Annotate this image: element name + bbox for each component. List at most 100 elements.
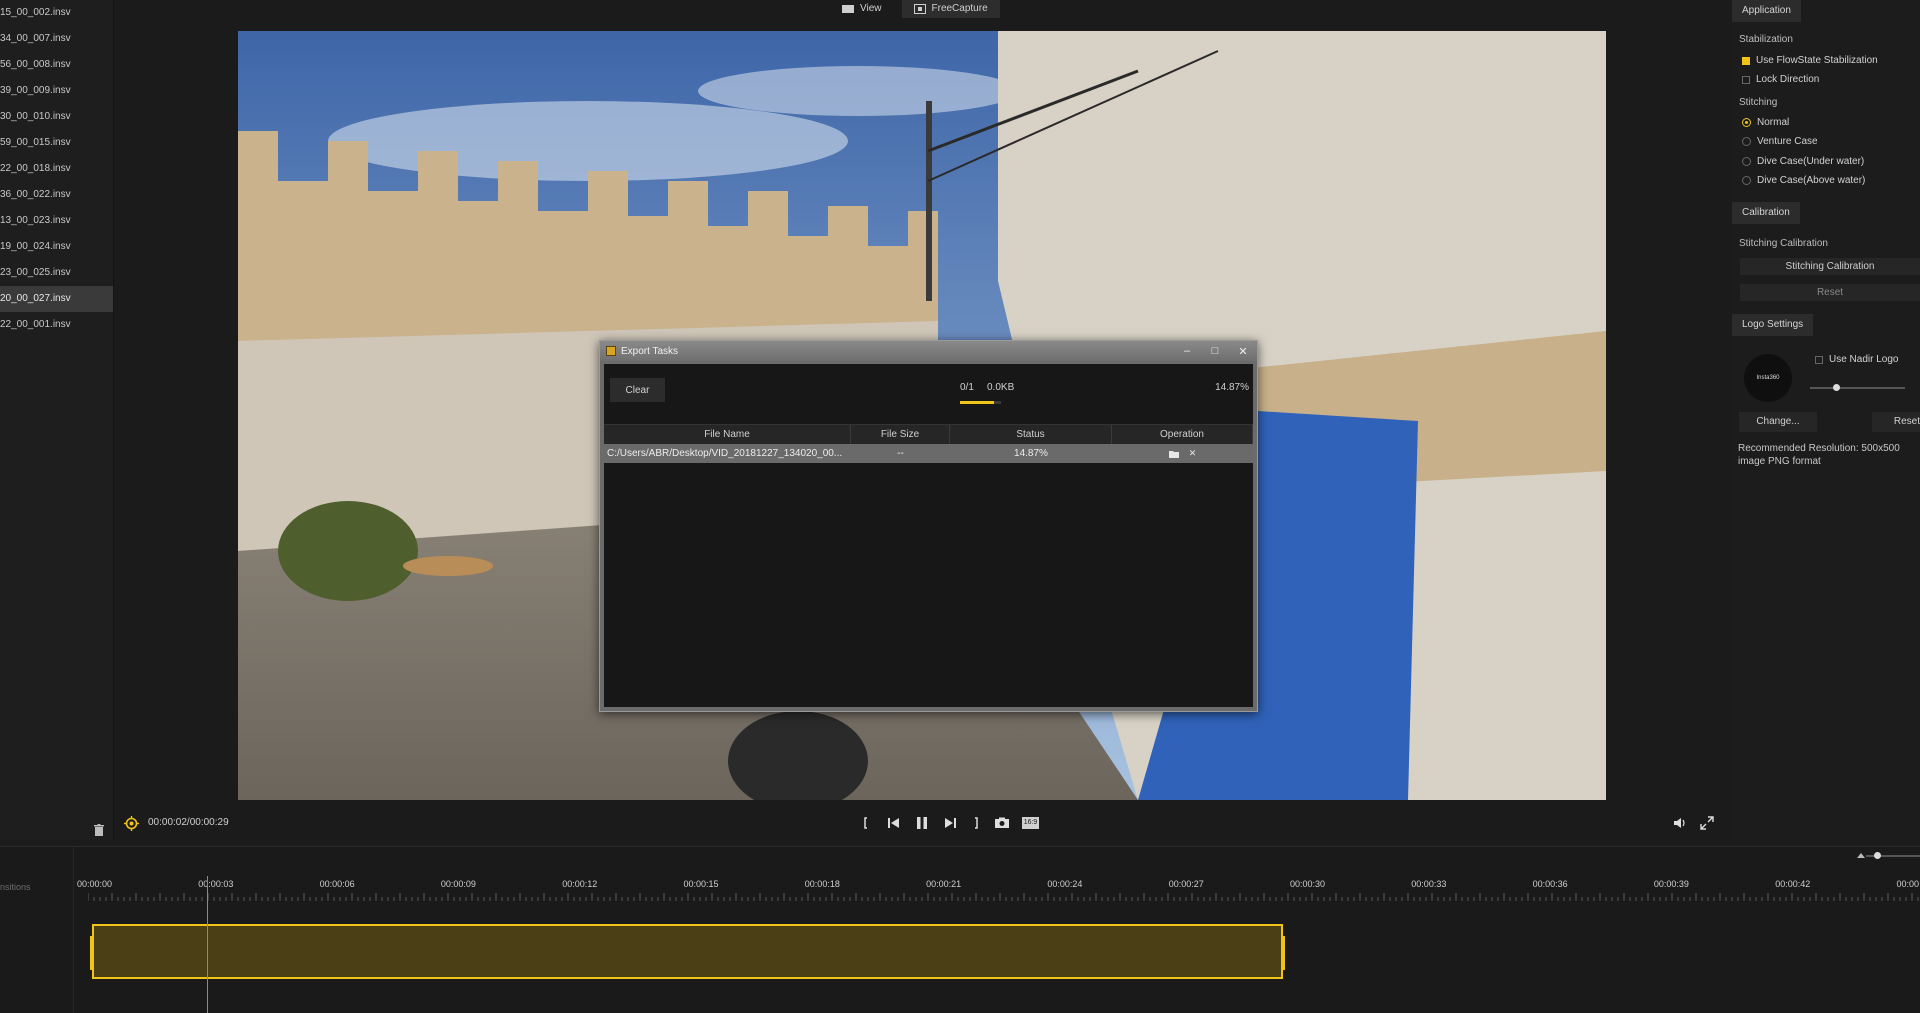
mark-out-icon[interactable] — [965, 815, 981, 831]
file-list-item[interactable]: 23_00_025.insv — [0, 260, 113, 286]
time-ruler-label: 00:00 — [1896, 879, 1920, 889]
logo-size-slider[interactable] — [1810, 384, 1905, 391]
progress-size: 0.0KB — [987, 382, 1015, 393]
calibration-reset-button[interactable]: Reset — [1740, 284, 1920, 301]
table-row[interactable]: C:/Users/ABR/Desktop/VID_20181227_134020… — [604, 444, 1253, 463]
radio-stitching-venture-case[interactable]: Venture Case — [1742, 136, 1818, 147]
file-list-item[interactable]: 36_00_022.insv — [0, 182, 113, 208]
settings-panel: Application Stabilization Use FlowState … — [1730, 0, 1920, 840]
radio-label: Venture Case — [1757, 136, 1818, 147]
file-list-item[interactable]: 56_00_008.insv — [0, 52, 113, 78]
zoom-out-icon[interactable] — [1857, 852, 1865, 858]
time-ruler-label: 00:00:36 — [1532, 879, 1568, 889]
column-header-status[interactable]: Status — [950, 425, 1112, 444]
logo-reset-button[interactable]: Reset — [1872, 412, 1920, 432]
export-tasks-dialog: Export Tasks – □ ✕ Clear 0/1 0.0KB 14.87… — [599, 340, 1258, 712]
next-icon[interactable] — [942, 815, 958, 831]
tab-view[interactable]: View — [830, 0, 894, 18]
file-list-item[interactable]: 22_00_001.insv — [0, 312, 113, 338]
file-list-item[interactable]: 30_00_010.insv — [0, 104, 113, 130]
lock-direction-checkbox[interactable]: Lock Direction — [1742, 74, 1819, 85]
radio-icon — [1742, 176, 1751, 185]
transitions-track-label: nsitions — [0, 882, 31, 892]
time-ruler-label: 00:00:06 — [319, 879, 355, 889]
column-header-file-name[interactable]: File Name — [604, 425, 851, 444]
radio-label: Normal — [1757, 117, 1790, 128]
checkbox-checked-icon — [1742, 56, 1750, 65]
clip-trim-start-handle[interactable] — [90, 936, 94, 970]
trash-icon[interactable] — [94, 824, 104, 836]
file-list: 15_00_002.insv 34_00_007.insv 56_00_008.in… — [0, 0, 114, 840]
maximize-icon[interactable]: □ — [1201, 345, 1229, 357]
dialog-toolbar: Clear 0/1 0.0KB 14.87% — [604, 364, 1253, 424]
time-ruler-label: 00:00:03 — [198, 879, 234, 889]
tab-view-label: View — [860, 3, 882, 14]
timeline-zoom-slider[interactable] — [1866, 852, 1920, 859]
remove-task-icon[interactable]: ✕ — [1189, 444, 1197, 463]
dialog-titlebar[interactable]: Export Tasks – □ ✕ — [600, 341, 1257, 361]
freecapture-icon — [913, 4, 926, 14]
tab-calibration[interactable]: Calibration — [1732, 202, 1800, 224]
file-list-item[interactable]: 34_00_007.insv — [0, 26, 113, 52]
playhead[interactable] — [207, 876, 208, 1013]
file-list-item[interactable]: 39_00_009.insv — [0, 78, 113, 104]
mark-in-icon[interactable] — [861, 815, 877, 831]
app-icon — [606, 346, 616, 356]
file-list-item[interactable]: 13_00_023.insv — [0, 208, 113, 234]
file-list-item[interactable]: 59_00_015.insv — [0, 130, 113, 156]
time-ruler-label: 00:00:12 — [562, 879, 598, 889]
tab-application[interactable]: Application — [1732, 0, 1801, 22]
radio-stitching-dive-under[interactable]: Dive Case(Under water) — [1742, 156, 1864, 167]
change-logo-button[interactable]: Change... — [1739, 412, 1817, 432]
column-header-file-size[interactable]: File Size — [851, 425, 950, 444]
volume-icon[interactable] — [1672, 815, 1688, 831]
file-list-item[interactable]: 20_00_027.insv — [0, 286, 113, 312]
row-operations: ✕ — [1112, 444, 1253, 463]
stabilization-label: Stabilization — [1739, 34, 1793, 45]
close-icon[interactable]: ✕ — [1229, 345, 1257, 358]
row-file-name: C:/Users/ABR/Desktop/VID_20181227_134020… — [607, 448, 843, 459]
timeline[interactable]: nsitions 00:00:00 00:00:03 00:00:06 00:00:0… — [0, 846, 1920, 1013]
minimize-icon[interactable]: – — [1173, 345, 1201, 357]
file-list-item[interactable]: 22_00_018.insv — [0, 156, 113, 182]
open-folder-icon[interactable] — [1168, 450, 1179, 458]
radio-label: Dive Case(Above water) — [1757, 175, 1866, 186]
fullscreen-icon[interactable] — [1699, 815, 1715, 831]
checkbox-icon — [1815, 355, 1823, 364]
pause-icon[interactable] — [914, 815, 930, 831]
table-header: File Name File Size Status Operation — [604, 424, 1253, 444]
radio-icon — [1742, 157, 1751, 166]
dialog-title: Export Tasks — [621, 345, 679, 357]
slider-handle[interactable] — [1874, 852, 1881, 859]
file-list-item[interactable]: 19_00_024.insv — [0, 234, 113, 260]
time-ruler-label: 00:00:33 — [1411, 879, 1447, 889]
time-ruler-label: 00:00:18 — [804, 879, 840, 889]
camera-snapshot-icon[interactable] — [994, 815, 1010, 831]
aspect-ratio-button[interactable]: 16:9 — [1022, 817, 1039, 829]
time-ruler-label: 00:00:24 — [1047, 879, 1083, 889]
tab-freecapture-label: FreeCapture — [931, 3, 988, 14]
nadir-logo-label: Use Nadir Logo — [1829, 354, 1899, 365]
lock-direction-label: Lock Direction — [1756, 74, 1820, 85]
previous-icon[interactable] — [886, 815, 902, 831]
video-clip[interactable] — [90, 924, 1285, 979]
progress-bar — [960, 401, 1001, 404]
radio-stitching-normal[interactable]: Normal — [1742, 117, 1789, 128]
time-ruler-label: 00:00:42 — [1775, 879, 1811, 889]
tab-logo-settings[interactable]: Logo Settings — [1732, 314, 1814, 336]
checkbox-icon — [1742, 75, 1750, 84]
locate-icon[interactable] — [124, 816, 139, 831]
radio-selected-icon — [1742, 118, 1751, 127]
nadir-logo-checkbox[interactable]: Use Nadir Logo — [1815, 354, 1898, 365]
radio-stitching-dive-above[interactable]: Dive Case(Above water) — [1742, 175, 1865, 186]
clip-trim-end-handle[interactable] — [1281, 936, 1285, 970]
flowstate-checkbox[interactable]: Use FlowState Stabilization — [1742, 55, 1878, 66]
ruler-ticks — [88, 893, 1919, 901]
file-list-item[interactable]: 15_00_002.insv — [0, 0, 113, 26]
slider-handle[interactable] — [1833, 384, 1840, 391]
tab-freecapture[interactable]: FreeCapture — [901, 0, 1000, 18]
stitching-calibration-button[interactable]: Stitching Calibration — [1740, 258, 1920, 275]
progress-percent: 14.87% — [1215, 382, 1249, 393]
clear-button[interactable]: Clear — [610, 378, 665, 402]
time-ruler-label: 00:00:00 — [77, 879, 113, 889]
